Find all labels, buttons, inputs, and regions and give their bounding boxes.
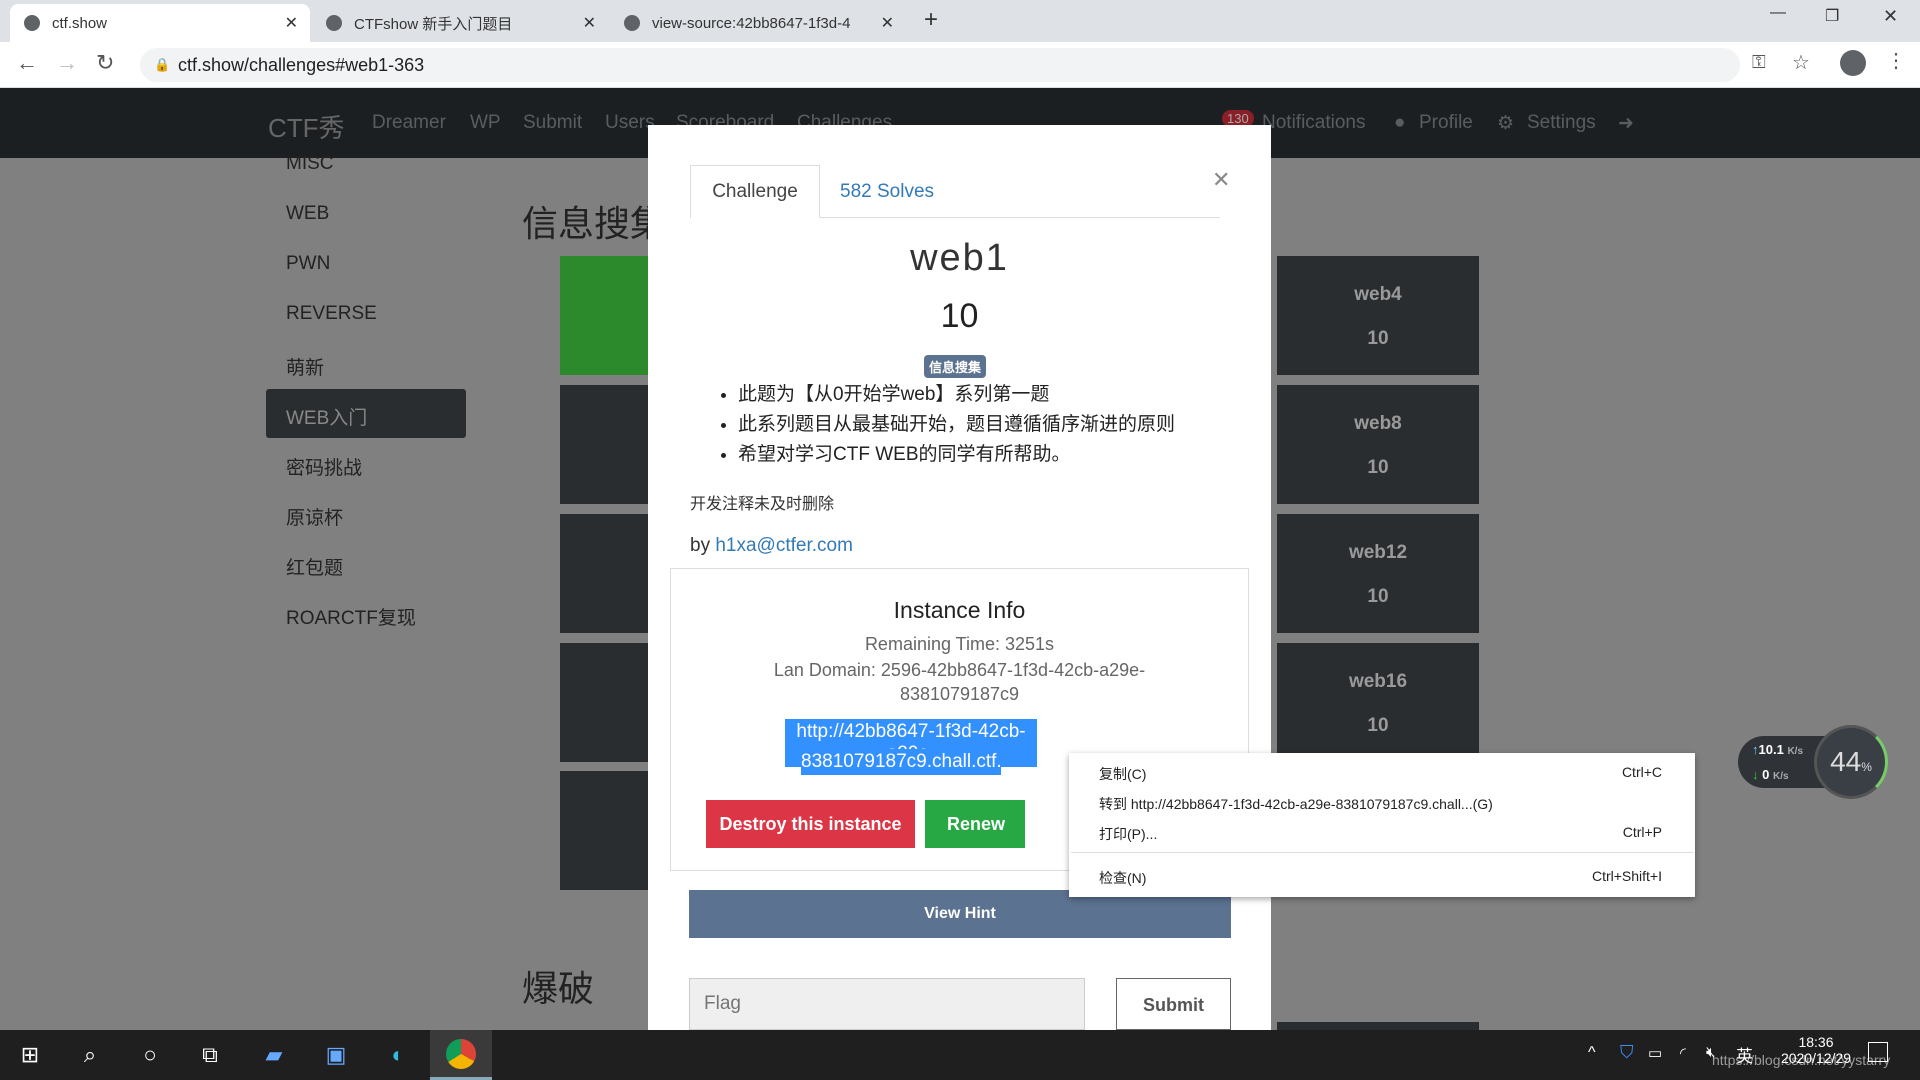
logout-icon[interactable]: ➜ <box>1618 112 1634 135</box>
cortana-icon[interactable]: ○ <box>132 1037 168 1073</box>
reload-icon[interactable]: ↻ <box>96 50 114 76</box>
sidebar-item-roarctf[interactable]: ROARCTF复现 <box>286 603 416 630</box>
action-center-icon[interactable] <box>1868 1042 1888 1062</box>
instance-title: Instance Info <box>893 597 1026 623</box>
sidebar-item-mengxin[interactable]: 萌新 <box>286 353 324 380</box>
close-icon[interactable]: ✕ <box>1212 167 1230 193</box>
menu-icon[interactable]: ⋮ <box>1886 48 1906 73</box>
restore-button[interactable]: ❐ <box>1825 6 1839 26</box>
tab-divider <box>820 217 1220 218</box>
account-icon[interactable] <box>1840 50 1866 76</box>
section-heading: 爆破 <box>522 968 595 1009</box>
nav-settings[interactable]: Settings <box>1527 112 1596 134</box>
submit-flag-button[interactable]: Submit <box>1116 978 1231 1030</box>
instance-url-link-cont[interactable]: 8381079187c9.chall.ctf.sho <box>801 749 1001 775</box>
sidebar-item-yuanliang[interactable]: 原谅杯 <box>286 503 343 530</box>
lan-domain: Lan Domain: 2596-42bb8647-1f3d-42cb-a29e… <box>773 660 1146 680</box>
tab-ctfshow-intro[interactable]: CTFshow 新手入门题目 ✕ <box>312 4 608 42</box>
by-label: by <box>690 535 711 556</box>
description-bullet: 此题为【从0开始学web】系列第一题 <box>738 380 1175 410</box>
security-shield-icon[interactable]: ⛉ <box>1620 1042 1634 1063</box>
description-bullet: 此系列题目从最基础开始，题目遵循循序渐进的原则 <box>738 410 1175 440</box>
challenge-points: 10 <box>940 297 979 335</box>
gears-icon: ⚙ <box>1497 113 1515 134</box>
search-icon[interactable]: ⌕ <box>72 1037 108 1073</box>
challenge-card[interactable]: web16 10 <box>1277 643 1479 762</box>
star-icon[interactable]: ☆ <box>1792 50 1810 75</box>
tray-chevron-icon[interactable]: ^ <box>1588 1044 1596 1062</box>
minimize-button[interactable]: — <box>1770 4 1786 22</box>
control-panel-icon[interactable]: ▣ <box>318 1037 354 1073</box>
close-tab-icon[interactable]: ✕ <box>285 13 298 33</box>
context-menu-inspect[interactable]: 检查(N) Ctrl+Shift+I <box>1099 868 1662 888</box>
watermark: https://blog.csdn.net/yystarry <box>1712 1052 1891 1068</box>
sidebar-item-misc[interactable]: MISC <box>286 153 334 175</box>
remaining-time: Remaining Time: 3251s <box>864 634 1055 654</box>
lan-domain-cont: 8381079187c9 <box>899 684 1020 704</box>
forward-icon[interactable]: → <box>56 50 78 76</box>
category-tag: 信息搜集 <box>924 355 987 378</box>
renew-button[interactable]: Renew <box>925 800 1025 848</box>
challenge-card[interactable]: web8 10 <box>1277 385 1479 504</box>
author-link[interactable]: h1xa@ctfer.com <box>715 535 853 556</box>
nav-wp[interactable]: WP <box>470 112 501 134</box>
globe-icon <box>624 15 640 31</box>
description-note: 开发注释未及时删除 <box>690 496 835 513</box>
menu-separator <box>1071 852 1693 853</box>
globe-icon <box>326 15 342 31</box>
nav-dreamer[interactable]: Dreamer <box>372 112 446 134</box>
address-bar[interactable]: 🔒 ctf.show/challenges#web1-363 <box>140 48 1740 82</box>
section-heading: 信息搜集 <box>522 203 667 244</box>
app-icon[interactable]: ▰ <box>256 1037 292 1073</box>
new-tab-button[interactable]: + <box>924 6 938 34</box>
close-window-button[interactable]: ✕ <box>1883 6 1898 27</box>
site-logo[interactable]: CTF秀 <box>268 108 345 145</box>
context-menu-copy[interactable]: 复制(C) Ctrl+C <box>1099 764 1662 784</box>
lock-icon: 🔒 <box>154 57 171 72</box>
edge-icon[interactable]: ◐ <box>380 1037 416 1073</box>
sidebar-item-web-intro[interactable]: WEB入门 <box>286 403 367 430</box>
nav-submit[interactable]: Submit <box>523 112 582 134</box>
sidebar-item-reverse[interactable]: REVERSE <box>286 303 377 325</box>
chrome-icon <box>446 1039 476 1069</box>
description-bullet: 希望对学习CTF WEB的同学有所帮助。 <box>738 440 1175 470</box>
back-icon[interactable]: ← <box>16 50 38 76</box>
flag-input[interactable] <box>689 978 1085 1030</box>
windows-start-icon[interactable]: ⊞ <box>12 1037 48 1073</box>
challenge-card[interactable]: web12 10 <box>1277 514 1479 633</box>
sidebar-item-web[interactable]: WEB <box>286 203 329 225</box>
close-tab-icon[interactable]: ✕ <box>583 13 596 33</box>
wifi-icon[interactable]: ◜ <box>1680 1044 1686 1062</box>
challenge-card[interactable]: web4 10 <box>1277 256 1479 375</box>
tab-strip: ctf.show ✕ CTFshow 新手入门题目 ✕ view-source:42… <box>0 0 1920 42</box>
tab-challenge[interactable]: Challenge <box>690 165 820 218</box>
sidebar-item-pwn[interactable]: PWN <box>286 253 330 275</box>
task-view-icon[interactable]: ⧉ <box>192 1037 228 1073</box>
chrome-taskbar-button[interactable] <box>430 1030 492 1080</box>
context-menu-print[interactable]: 打印(P)... Ctrl+P <box>1099 824 1662 844</box>
context-menu-goto[interactable]: 转到 http://42bb8647-1f3d-42cb-a29e-838107… <box>1099 794 1662 814</box>
nav-profile[interactable]: Profile <box>1419 112 1473 134</box>
view-hint-button[interactable]: View Hint <box>689 890 1231 938</box>
tab-solves[interactable]: 582 Solves <box>840 181 934 203</box>
sidebar-item-crypto[interactable]: 密码挑战 <box>286 453 362 480</box>
user-icon: ● <box>1394 112 1406 133</box>
context-menu: 复制(C) Ctrl+C 转到 http://42bb8647-1f3d-42cb… <box>1069 753 1695 897</box>
sidebar-item-hongbao[interactable]: 红包题 <box>286 553 343 580</box>
tab-ctfshow[interactable]: ctf.show ✕ <box>10 4 310 42</box>
close-tab-icon[interactable]: ✕ <box>881 13 894 33</box>
globe-icon <box>24 15 40 31</box>
tab-view-source[interactable]: view-source:42bb8647-1f3d-4 ✕ <box>610 4 906 42</box>
battery-icon[interactable]: ▭ <box>1648 1044 1662 1062</box>
memory-gauge: 44% <box>1814 725 1888 799</box>
key-icon[interactable]: ⚿ <box>1752 52 1766 73</box>
destroy-instance-button[interactable]: Destroy this instance <box>706 800 915 848</box>
nav-notifications[interactable]: Notifications <box>1262 112 1366 134</box>
challenge-title: web1 <box>910 237 1009 279</box>
